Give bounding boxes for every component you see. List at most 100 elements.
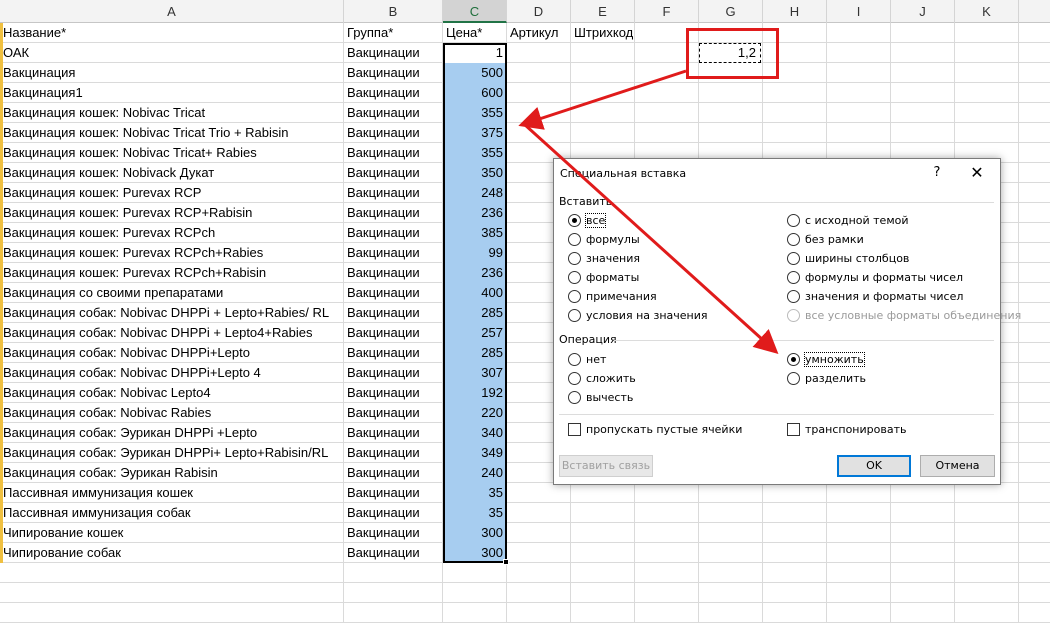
paste-option-formats[interactable]: форматы <box>568 270 639 286</box>
cell[interactable] <box>571 503 635 523</box>
cell-group[interactable]: Вакцинации <box>344 163 443 183</box>
cell[interactable] <box>699 543 763 563</box>
cell-name[interactable]: Вакцинация кошек: Nobivac Tricat+ Rabies <box>0 143 344 163</box>
cell-name[interactable]: ОАК <box>0 43 344 63</box>
cell-group[interactable]: Вакцинации <box>344 63 443 83</box>
paste-option-values-number-formats[interactable]: значения и форматы чисел <box>787 289 963 305</box>
cell[interactable] <box>344 603 443 623</box>
cell-group[interactable]: Вакцинации <box>344 443 443 463</box>
cell-group[interactable]: Вакцинации <box>344 463 443 483</box>
radio[interactable] <box>787 251 800 265</box>
cell-name[interactable]: Вакцинация кошек: Purevax RCP <box>0 183 344 203</box>
cell[interactable] <box>0 583 344 603</box>
cell[interactable] <box>507 483 571 503</box>
cell-price[interactable]: 240 <box>443 463 507 483</box>
cell[interactable] <box>827 123 891 143</box>
cell[interactable] <box>635 43 699 63</box>
cell-group[interactable]: Вакцинации <box>344 403 443 423</box>
cell-group[interactable]: Вакцинации <box>344 123 443 143</box>
cell-price[interactable]: 285 <box>443 303 507 323</box>
cell[interactable] <box>0 603 344 623</box>
cell[interactable] <box>955 563 1019 583</box>
cell-group[interactable]: Вакцинации <box>344 303 443 323</box>
cell-group[interactable]: Вакцинации <box>344 143 443 163</box>
cell[interactable] <box>763 503 827 523</box>
cell-price[interactable]: 307 <box>443 363 507 383</box>
paste-option-no-borders[interactable]: без рамки <box>787 232 864 248</box>
cell[interactable] <box>507 43 571 63</box>
cell[interactable] <box>699 83 763 103</box>
cell[interactable] <box>827 563 891 583</box>
checkbox[interactable] <box>787 422 800 436</box>
cell-price[interactable]: 355 <box>443 103 507 123</box>
cell-price[interactable]: 400 <box>443 283 507 303</box>
cell[interactable] <box>955 523 1019 543</box>
cell[interactable] <box>827 503 891 523</box>
cell[interactable] <box>891 523 955 543</box>
cell-name-header[interactable]: Название* <box>0 23 344 43</box>
cell-price[interactable]: 300 <box>443 543 507 563</box>
cell[interactable] <box>635 23 699 43</box>
cell-group[interactable]: Вакцинации <box>344 343 443 363</box>
cell[interactable] <box>891 63 955 83</box>
cell[interactable] <box>827 583 891 603</box>
cell-name[interactable]: Вакцинация кошек: Nobivac Tricat Trio + … <box>0 123 344 143</box>
cell[interactable] <box>635 523 699 543</box>
cell[interactable] <box>635 83 699 103</box>
cell-price[interactable]: 375 <box>443 123 507 143</box>
cell[interactable] <box>571 123 635 143</box>
cell-price[interactable]: 99 <box>443 243 507 263</box>
cell-name[interactable]: Вакцинация кошек: Nobivack Дукат <box>0 163 344 183</box>
cell[interactable] <box>955 43 1019 63</box>
cell-article-header[interactable]: Артикул <box>507 23 571 43</box>
cell[interactable] <box>443 583 507 603</box>
cell-price[interactable]: 236 <box>443 263 507 283</box>
cell[interactable] <box>891 583 955 603</box>
cell[interactable] <box>891 483 955 503</box>
cell[interactable] <box>699 583 763 603</box>
radio[interactable] <box>568 308 581 322</box>
col-header-l[interactable] <box>1019 0 1050 23</box>
cell[interactable] <box>827 83 891 103</box>
col-header-j[interactable]: J <box>891 0 955 23</box>
skip-blanks-checkbox[interactable]: пропускать пустые ячейки <box>568 422 742 438</box>
cell[interactable] <box>507 583 571 603</box>
cell-price[interactable]: 500 <box>443 63 507 83</box>
cell-group[interactable]: Вакцинации <box>344 423 443 443</box>
cell[interactable] <box>891 503 955 523</box>
col-header-i[interactable]: I <box>827 0 891 23</box>
cell-price[interactable]: 355 <box>443 143 507 163</box>
help-icon[interactable]: ? <box>930 165 944 180</box>
radio[interactable] <box>568 232 581 246</box>
cell[interactable] <box>827 543 891 563</box>
paste-option-column-widths[interactable]: ширины столбцов <box>787 251 909 267</box>
cell-group[interactable]: Вакцинации <box>344 383 443 403</box>
cell[interactable] <box>891 543 955 563</box>
cell[interactable] <box>827 63 891 83</box>
radio[interactable] <box>568 289 581 303</box>
cell-name[interactable]: Пассивная иммунизация собак <box>0 503 344 523</box>
cell-group[interactable]: Вакцинации <box>344 223 443 243</box>
checkbox[interactable] <box>568 422 581 436</box>
cell[interactable] <box>0 563 344 583</box>
cell-price[interactable]: 220 <box>443 403 507 423</box>
cell-price[interactable]: 1 <box>443 43 507 63</box>
radio[interactable] <box>568 390 581 404</box>
cell-name[interactable]: Вакцинация собак: Эурикан Rabisin <box>0 463 344 483</box>
cell-group[interactable]: Вакцинации <box>344 363 443 383</box>
cell[interactable] <box>955 503 1019 523</box>
cell[interactable] <box>763 43 827 63</box>
cell-name[interactable]: Вакцинация кошек: Purevax RCPch+Rabisin <box>0 263 344 283</box>
cell-name[interactable]: Вакцинация со своими препаратами <box>0 283 344 303</box>
cell[interactable] <box>827 603 891 623</box>
cell-price[interactable]: 300 <box>443 523 507 543</box>
cell[interactable] <box>699 503 763 523</box>
cell[interactable] <box>571 43 635 63</box>
cell[interactable] <box>571 543 635 563</box>
cell[interactable] <box>955 483 1019 503</box>
cell[interactable] <box>699 563 763 583</box>
cell[interactable] <box>635 483 699 503</box>
col-header-c[interactable]: C <box>443 0 507 23</box>
col-header-k[interactable]: K <box>955 0 1019 23</box>
cell-price[interactable]: 236 <box>443 203 507 223</box>
